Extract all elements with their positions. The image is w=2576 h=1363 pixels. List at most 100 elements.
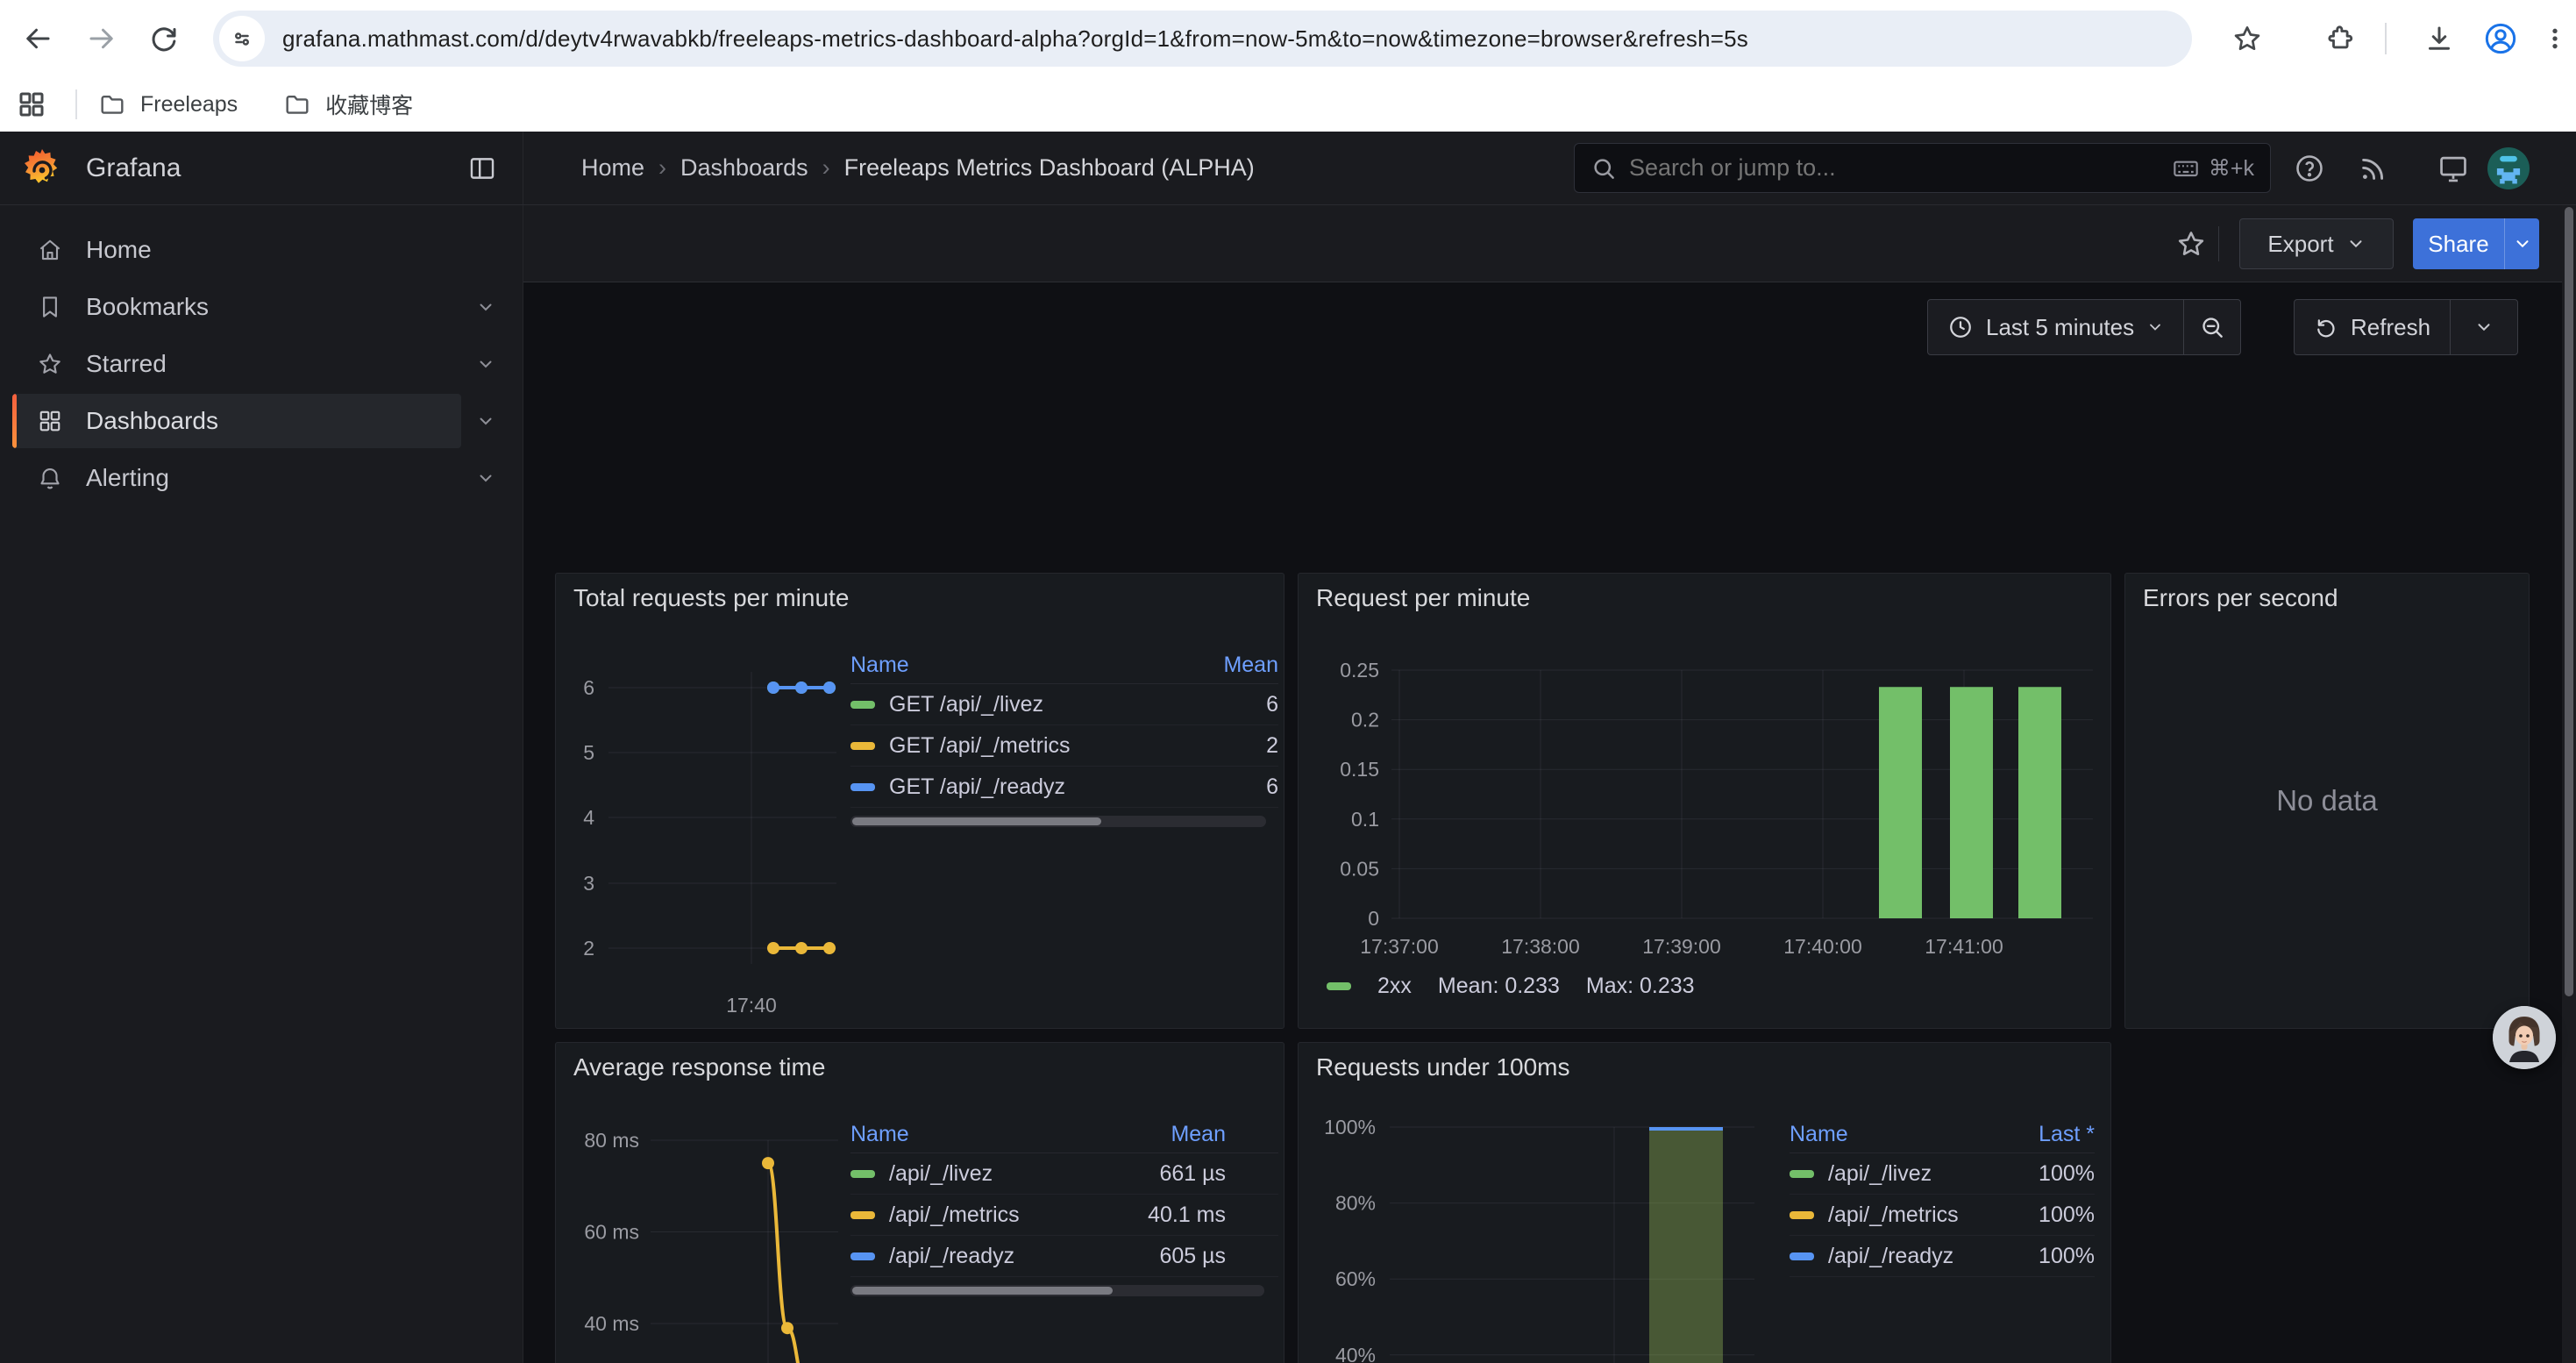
site-settings-icon[interactable] (219, 16, 265, 61)
no-data-message: No data (2125, 574, 2529, 1028)
legend-value: 620 µs (1226, 1244, 1278, 1269)
breadcrumb-item[interactable]: Freeleaps Metrics Dashboard (ALPHA) (844, 154, 1255, 182)
legend-horizontal-scrollbar[interactable] (850, 816, 1266, 827)
chart-plot[interactable]: 0.250.20.150.10.05017:37:0017:38:0017:39… (1299, 574, 2110, 1028)
sidebar-expand-chevron-icon[interactable] (461, 394, 510, 448)
chevron-down-icon (2513, 234, 2532, 253)
series-name[interactable]: /api/_/readyz (889, 1244, 1014, 1269)
dock-menu-icon[interactable] (463, 149, 502, 188)
apps-grid-icon[interactable] (16, 89, 47, 120)
search-box[interactable]: ⌘+k (1574, 143, 2271, 193)
refresh-button[interactable]: Refresh (2295, 300, 2450, 354)
share-dropdown-button[interactable] (2504, 218, 2539, 269)
time-range-picker[interactable]: Last 5 minutes (1928, 300, 2183, 354)
reload-icon[interactable] (143, 18, 185, 60)
sidebar-item-button[interactable]: Dashboards (12, 394, 461, 448)
legend-row[interactable]: /api/_/livez 100% (1790, 1153, 2095, 1195)
legend-column-header[interactable]: Mean (1112, 1122, 1226, 1147)
series-color-swatch (850, 1170, 875, 1178)
bookmark-folder[interactable]: Freeleaps (98, 90, 238, 118)
downloads-icon[interactable] (2418, 18, 2460, 60)
sidebar-expand-chevron-icon[interactable] (461, 337, 510, 391)
legend-column-header[interactable]: Name (1790, 1122, 1998, 1147)
legend-row[interactable]: GET /api/_/livez6 (850, 684, 1278, 725)
series-name[interactable]: GET /api/_/readyz (889, 774, 1065, 800)
legend-row[interactable]: /api/_/metrics40.1 ms20.5 ms (850, 1195, 1278, 1236)
help-icon[interactable] (2294, 153, 2325, 184)
grafana-app: Grafana Home›Dashboards›Freeleaps Metric… (0, 132, 2576, 1363)
grid-icon (37, 408, 63, 434)
series-name[interactable]: /api/_/metrics (1828, 1202, 1959, 1228)
legend-column-header[interactable]: Name (850, 1122, 1112, 1147)
sidebar-item-button[interactable]: Alerting (12, 451, 461, 505)
forward-icon[interactable] (81, 18, 123, 60)
page-scrollbar[interactable] (2562, 205, 2576, 1363)
breadcrumb-item[interactable]: Dashboards (680, 154, 808, 182)
legend-row[interactable]: GET /api/_/readyz6 (850, 767, 1278, 808)
legend-row[interactable]: /api/_/livez661 µs646 µs (850, 1153, 1278, 1195)
legend-column-header[interactable]: Mean (1164, 653, 1278, 678)
sidebar-item-starred[interactable]: Starred (12, 337, 510, 391)
scrollbar-thumb[interactable] (852, 817, 1101, 825)
legend-column-header[interactable]: Last * (1998, 1122, 2095, 1147)
scrollbar-thumb[interactable] (852, 1287, 1113, 1295)
scrollbar-thumb[interactable] (2565, 207, 2573, 996)
legend-row[interactable]: /api/_/readyz100% (1790, 1236, 2095, 1277)
legend-row[interactable]: /api/_/readyz605 µs620 µs (850, 1236, 1278, 1277)
sidebar-item-dashboards[interactable]: Dashboards (12, 394, 510, 448)
sidebar-item-button[interactable]: Bookmarks (12, 280, 461, 334)
sidebar-item-home[interactable]: Home (12, 223, 510, 277)
legend-row[interactable]: /api/_/metrics100% (1790, 1195, 2095, 1236)
legend-value: 20.5 ms (1226, 1202, 1278, 1228)
search-icon (1590, 155, 1617, 182)
sidebar-item-label: Alerting (86, 464, 169, 492)
url-text[interactable]: grafana.mathmast.com/d/deytv4rwavabkb/fr… (282, 25, 1748, 53)
sidebar-item-button[interactable]: Starred (12, 337, 461, 391)
refresh-interval-dropdown[interactable] (2451, 300, 2517, 354)
svg-text:0.2: 0.2 (1351, 709, 1379, 731)
grafana-logo-icon[interactable] (21, 147, 63, 189)
series-name[interactable]: GET /api/_/livez (889, 692, 1043, 717)
bookmark-page-star-icon[interactable] (2226, 18, 2268, 60)
share-button-label[interactable]: Share (2413, 218, 2504, 269)
panel-requests-under-100ms: Requests under 100ms 100%80%60%40%20%0%1… (1298, 1042, 2111, 1363)
news-rss-icon[interactable] (2358, 153, 2389, 184)
bookmark-folder-label: Freeleaps (140, 92, 238, 118)
search-input[interactable] (1629, 154, 2172, 182)
profile-icon[interactable] (2480, 18, 2522, 60)
panel-legend[interactable]: 2xxMean: 0.233Max: 0.233 (1327, 974, 1695, 999)
extensions-icon[interactable] (2320, 18, 2362, 60)
legend-value: 100% (1998, 1161, 2095, 1187)
series-name[interactable]: /api/_/metrics (889, 1202, 1020, 1228)
series-name[interactable]: GET /api/_/metrics (889, 733, 1071, 759)
zoom-out-button[interactable] (2184, 300, 2240, 354)
back-icon[interactable] (17, 18, 59, 60)
sidebar-item-alerting[interactable]: Alerting (12, 451, 510, 505)
monitor-icon[interactable] (2437, 152, 2470, 185)
sidebar-expand-chevron-icon[interactable] (461, 280, 510, 334)
series-name[interactable]: /api/_/livez (1828, 1161, 1932, 1187)
favorite-star-icon[interactable] (2175, 228, 2210, 260)
svg-text:40 ms: 40 ms (584, 1312, 639, 1335)
breadcrumb-item[interactable]: Home (581, 154, 644, 182)
series-color-swatch (1790, 1170, 1814, 1178)
share-button[interactable]: Share (2413, 218, 2539, 269)
legend-row[interactable]: GET /api/_/metrics2 (850, 725, 1278, 767)
user-avatar[interactable] (2487, 147, 2530, 189)
legend-horizontal-scrollbar[interactable] (850, 1285, 1264, 1296)
floating-assistant-avatar[interactable] (2493, 1006, 2556, 1069)
series-name[interactable]: /api/_/livez (889, 1161, 993, 1187)
sidebar-item-button[interactable]: Home (12, 223, 461, 277)
sidebar-item-bookmarks[interactable]: Bookmarks (12, 280, 510, 334)
svg-text:3: 3 (583, 872, 594, 895)
svg-text:17:38:00: 17:38:00 (1501, 935, 1580, 958)
series-name[interactable]: /api/_/readyz (1828, 1244, 1953, 1269)
url-bar[interactable]: grafana.mathmast.com/d/deytv4rwavabkb/fr… (213, 11, 2192, 67)
sidebar-expand-chevron-icon[interactable] (461, 451, 510, 505)
bookmark-folder[interactable]: 收藏博客 (283, 89, 413, 120)
browser-menu-icon[interactable] (2537, 18, 2572, 60)
legend-column-header[interactable]: Last * (1226, 1122, 1278, 1147)
legend-value: 646 µs (1226, 1161, 1278, 1187)
legend-column-header[interactable]: Name (850, 653, 1164, 678)
export-button[interactable]: Export (2239, 218, 2394, 269)
